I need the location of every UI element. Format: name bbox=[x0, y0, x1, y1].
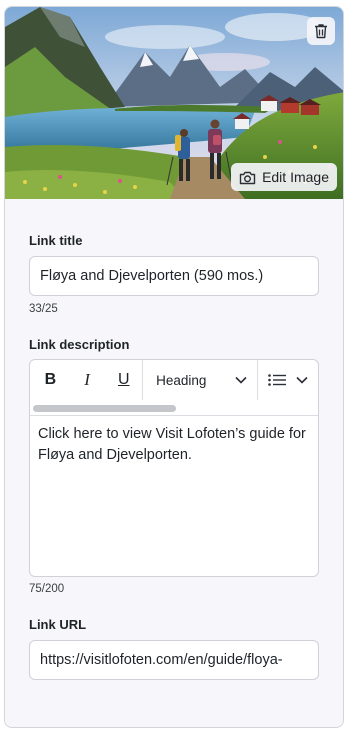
delete-image-button[interactable] bbox=[307, 17, 335, 45]
chevron-down-icon bbox=[296, 376, 308, 384]
underline-icon: U bbox=[117, 371, 130, 388]
link-url-label: Link URL bbox=[29, 617, 87, 632]
link-description-text[interactable]: Click here to view Visit Lofoten’s guide… bbox=[38, 424, 308, 466]
bold-icon: B bbox=[44, 371, 57, 388]
link-card: Edit Image Link title Fløya and Djevelpo… bbox=[4, 6, 344, 728]
link-title-counter: 33/25 bbox=[29, 303, 58, 315]
heading-select[interactable]: Heading bbox=[143, 360, 257, 400]
camera-icon bbox=[239, 171, 256, 184]
link-description-label: Link description bbox=[29, 337, 130, 352]
link-description-editor: B I U Heading Click here to view Visit L… bbox=[29, 359, 319, 577]
link-description-counter: 75/200 bbox=[29, 583, 65, 595]
trash-icon bbox=[315, 24, 327, 39]
editor-toolbar: B I U Heading bbox=[30, 360, 318, 400]
list-select[interactable] bbox=[258, 360, 318, 400]
toolbar-scrollbar-thumb[interactable] bbox=[33, 405, 176, 412]
bold-button[interactable]: B bbox=[32, 360, 69, 400]
italic-button[interactable]: I bbox=[69, 360, 106, 400]
link-title-input[interactable]: Fløya and Djevelporten (590 mos.) bbox=[29, 256, 319, 296]
toolbar-scrollbar bbox=[30, 400, 318, 416]
chevron-down-icon bbox=[235, 376, 247, 384]
underline-button[interactable]: U bbox=[105, 360, 142, 400]
italic-icon: I bbox=[84, 370, 90, 389]
link-title-label: Link title bbox=[29, 233, 83, 248]
edit-image-label: Edit Image bbox=[262, 169, 329, 185]
list-icon bbox=[268, 374, 287, 386]
edit-image-button[interactable]: Edit Image bbox=[231, 163, 337, 191]
link-url-input[interactable]: https://visitlofoten.com/en/guide/floya- bbox=[29, 640, 319, 680]
heading-select-label: Heading bbox=[156, 372, 207, 388]
hero-image: Edit Image bbox=[5, 7, 343, 199]
